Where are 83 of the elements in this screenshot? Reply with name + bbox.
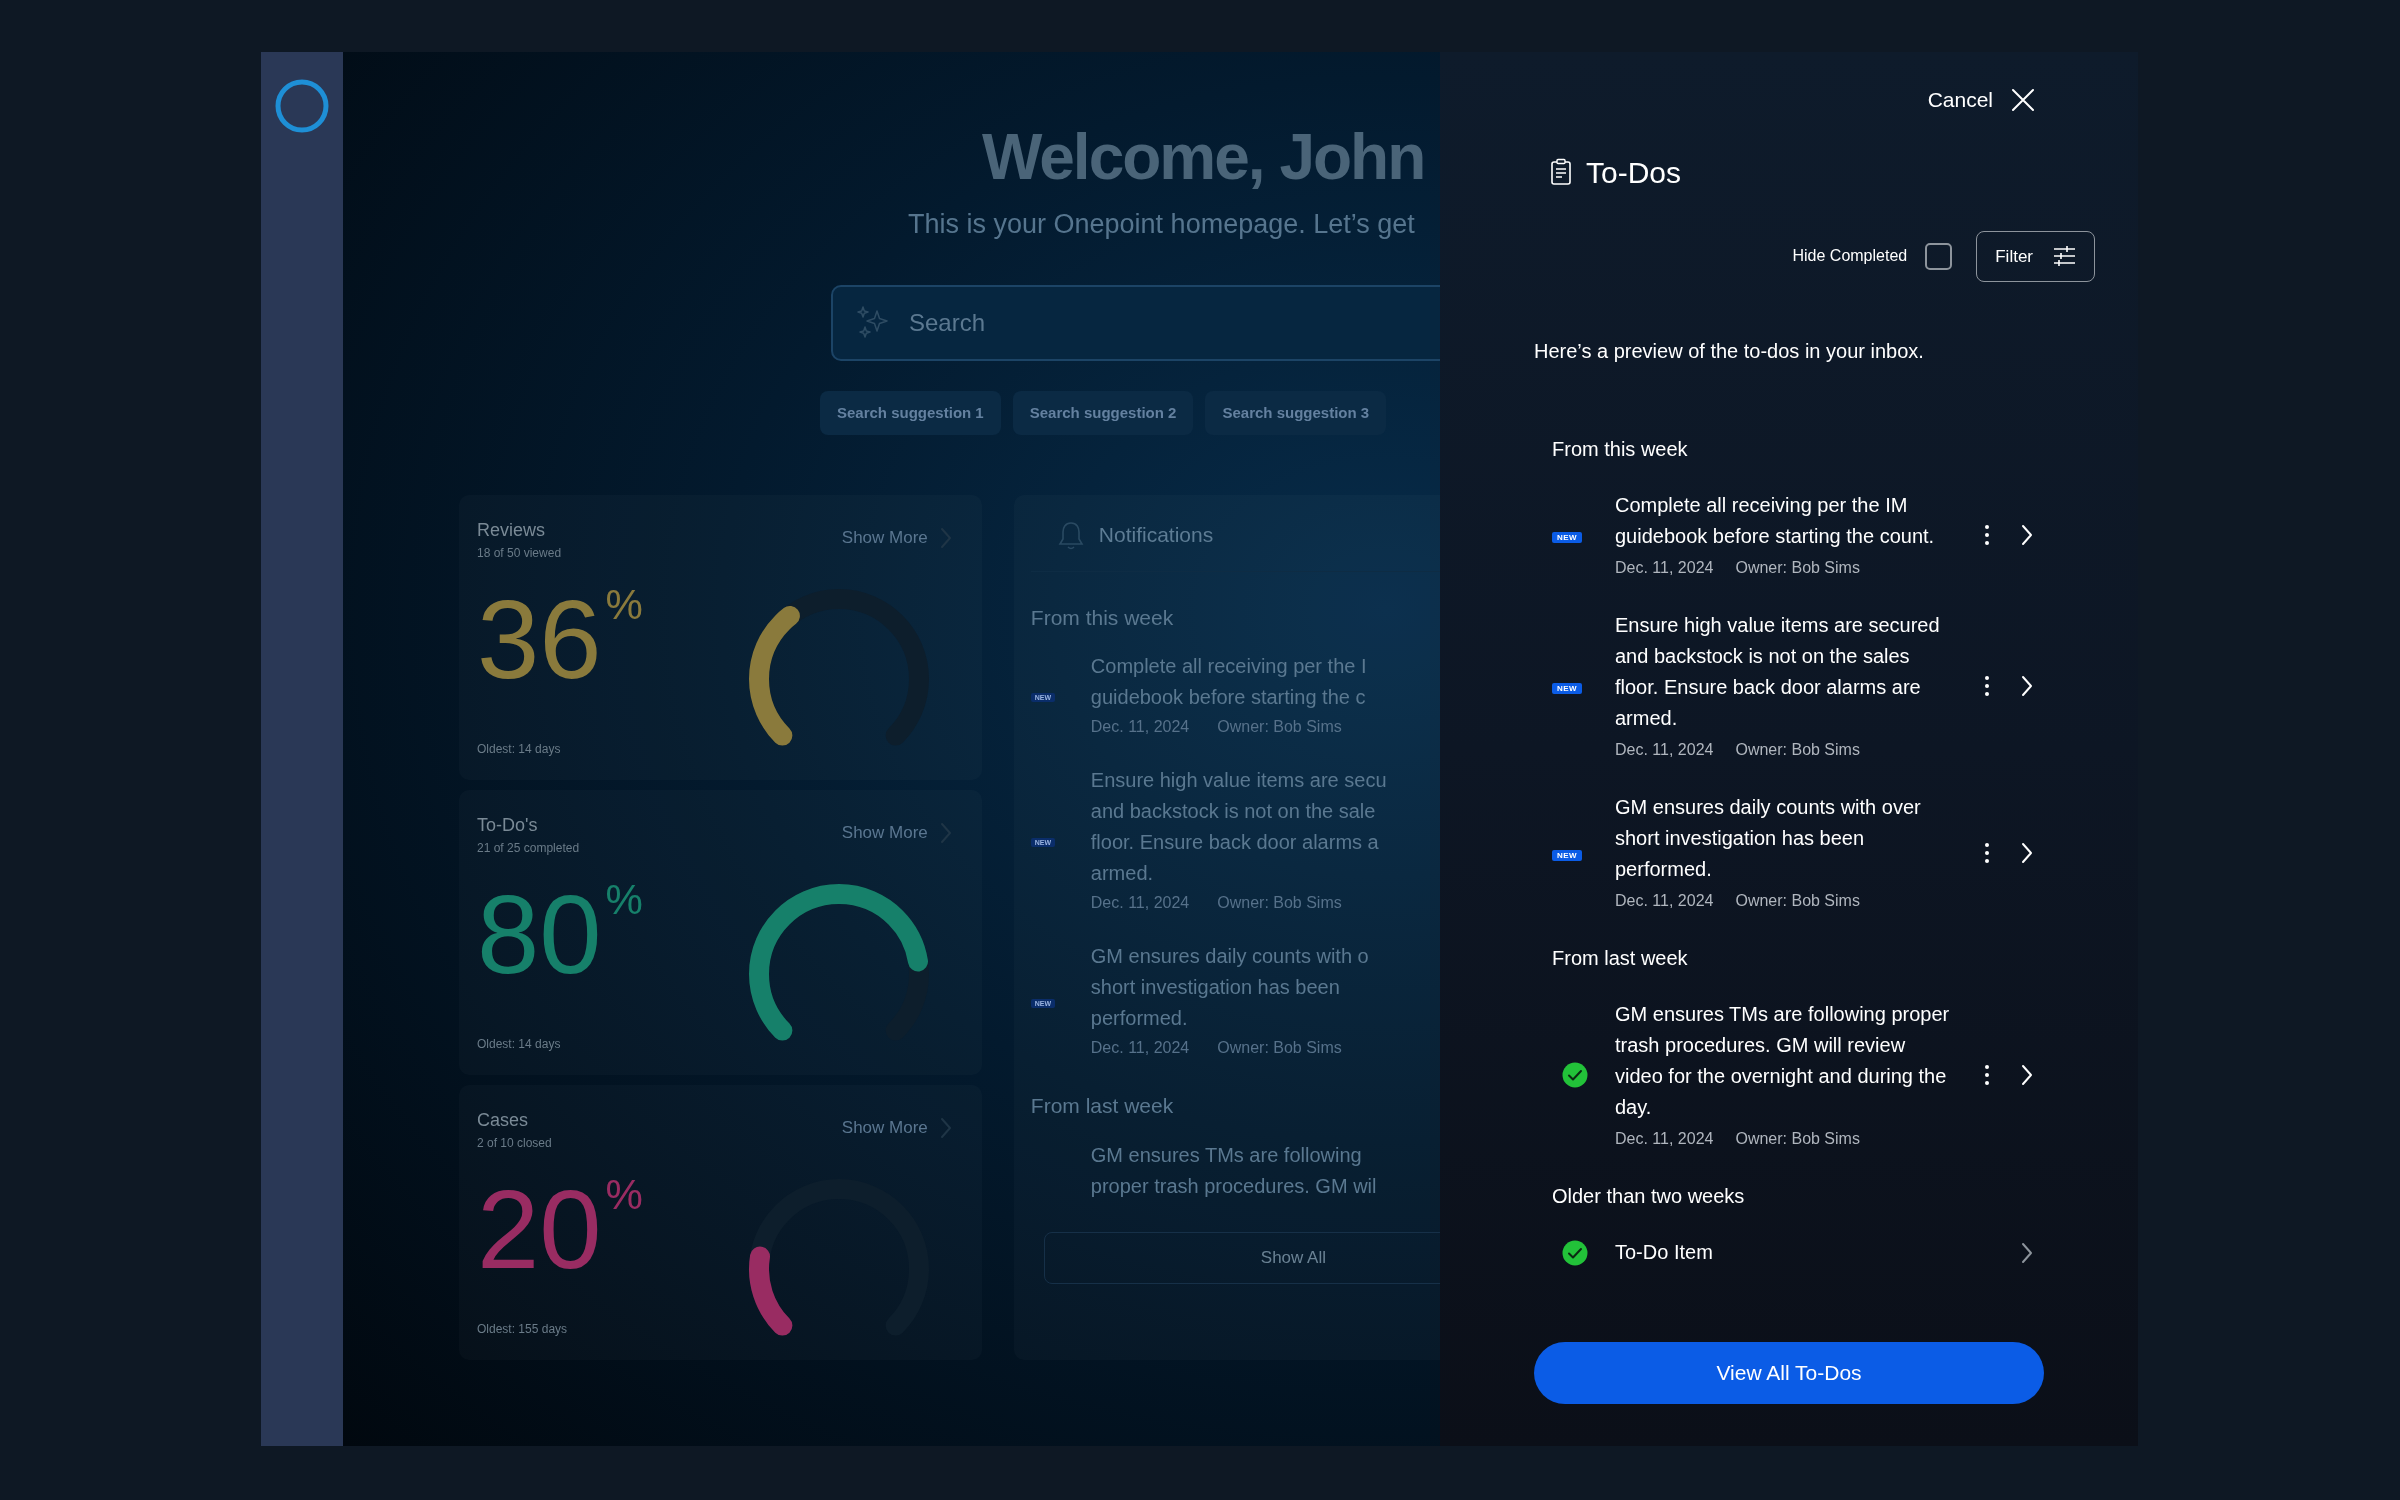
percent-sign: % [605,879,643,922]
check-circle-icon [1562,1239,1588,1266]
section-heading: From last week [1030,1093,1175,1120]
search-suggestion[interactable]: Search suggestion 2 [1012,390,1194,436]
view-all-button[interactable]: View All To-Dos [1534,1342,2044,1404]
kebab-icon [1984,675,1990,697]
show-more-link[interactable]: Show More [841,1115,952,1141]
notification-date: Dec. 11, 2024 [1090,1038,1190,1059]
new-badge: NEW [1552,849,1583,861]
notification-text: Complete all receiving per the I guidebook before starting the c [1090,654,1367,711]
hide-completed-checkbox[interactable] [1925,242,1953,270]
todo-owner: Owner: Bob Sims [1735,1129,1860,1149]
todo-text: GM ensures TMs are following proper trash procedures. GM will review video for the overnight and during the day. [1615,1002,1951,1120]
todo-text: Complete all receiving per the IM guidebook before starting the count. [1615,493,1936,549]
kebab-icon [1984,524,1990,546]
welcome-subtitle: This is your Onepoint homepage. Let’s get [908,208,1416,242]
close-icon [2011,87,2035,112]
percent-value: 80 [477,879,602,992]
card-footer: Oldest: 14 days [477,740,714,759]
check-circle-icon [1562,1062,1588,1088]
card-footer: Oldest: 155 days [477,1320,714,1339]
show-all-button[interactable]: Show All [1043,1231,1440,1284]
notification-date: Dec. 11, 2024 [1090,893,1190,914]
logo-icon[interactable] [275,79,329,133]
notification-text: GM ensures TMs are following proper trash procedures. GM wil [1090,1142,1377,1199]
sparkle-icon [855,304,891,341]
show-more-link[interactable]: Show More [841,525,952,551]
section-heading: From last week [1552,946,1689,971]
chevron-right-icon [939,822,952,845]
card-title: Reviews [477,519,547,543]
search-suggestion[interactable]: Search suggestion 1 [820,390,1001,436]
clipboard-icon [1550,158,1572,186]
section-heading: From this week [1552,437,1689,462]
hide-completed-label: Hide Completed [1792,246,1908,267]
chevron-right-icon [2021,841,2033,864]
new-badge: NEW [1552,683,1583,694]
notification-text: Ensure high value items are secu and backstock is not on the sale floor. Ensure back door alarms a armed. [1090,768,1387,887]
drawer-title: To-Dos [1586,154,1682,191]
kebab-icon [1984,841,1990,864]
search-suggestion[interactable]: Search suggestion 3 [1205,390,1387,436]
chevron-right-icon [2021,1064,2033,1086]
search-field[interactable]: Search [831,284,1440,361]
card-title: Cases [477,1109,530,1133]
todo-date: Dec. 11, 2024 [1615,891,1714,911]
chevron-right-icon [939,1117,952,1140]
todo-date: Dec. 11, 2024 [1615,558,1714,578]
todo-text: To-Do Item [1615,1240,1714,1265]
percent-sign: % [605,584,643,627]
sliders-icon [2053,245,2076,268]
filter-button[interactable]: Filter [1976,230,2095,282]
new-badge: NEW [1552,532,1583,543]
section-heading: From this week [1030,604,1175,631]
kebab-icon [1984,1064,1990,1086]
percent-value: 20 [477,1174,602,1287]
chevron-right-icon [2021,524,2033,546]
todo-text: Ensure high value items are secured and backstock is not on the sales floor. Ensure back door alarms are armed. [1615,613,1941,731]
card-subtitle: 2 of 10 closed [477,1135,553,1153]
todo-owner: Owner: Bob Sims [1735,558,1860,578]
card-title: To-Do's [477,814,539,838]
card-footer: Oldest: 14 days [477,1035,714,1054]
percent-value: 36 [477,584,602,697]
notifications-title: Notifications [1098,522,1214,549]
card-subtitle: 21 of 25 completed [477,840,581,858]
notification-owner: Owner: Bob Sims [1217,893,1342,914]
percent-sign: % [605,1174,643,1217]
bell-icon [1056,519,1085,551]
chevron-right-icon [2021,675,2033,697]
notification-date: Dec. 11, 2024 [1090,717,1190,738]
todo-text: GM ensures daily counts with over short investigation has been performed. [1615,795,1922,882]
notification-text: GM ensures daily counts with o short investigation has been performed. [1090,944,1369,1032]
welcome-title: Welcome, John [982,122,1426,193]
todo-owner: Owner: Bob Sims [1735,891,1860,911]
todo-date: Dec. 11, 2024 [1615,740,1714,760]
show-more-link[interactable]: Show More [841,820,952,846]
todo-date: Dec. 11, 2024 [1615,1129,1714,1149]
chevron-right-icon [2021,1241,2033,1264]
intro-text: Here’s a preview of the to-dos in your inbox. [1534,339,1925,364]
notification-owner: Owner: Bob Sims [1217,1038,1342,1059]
todo-owner: Owner: Bob Sims [1735,740,1860,760]
cancel-button[interactable]: Cancel [1927,84,2035,116]
card-subtitle: 18 of 50 viewed [477,545,563,563]
notification-owner: Owner: Bob Sims [1217,717,1342,738]
section-heading: Older than two weeks [1552,1184,1746,1209]
